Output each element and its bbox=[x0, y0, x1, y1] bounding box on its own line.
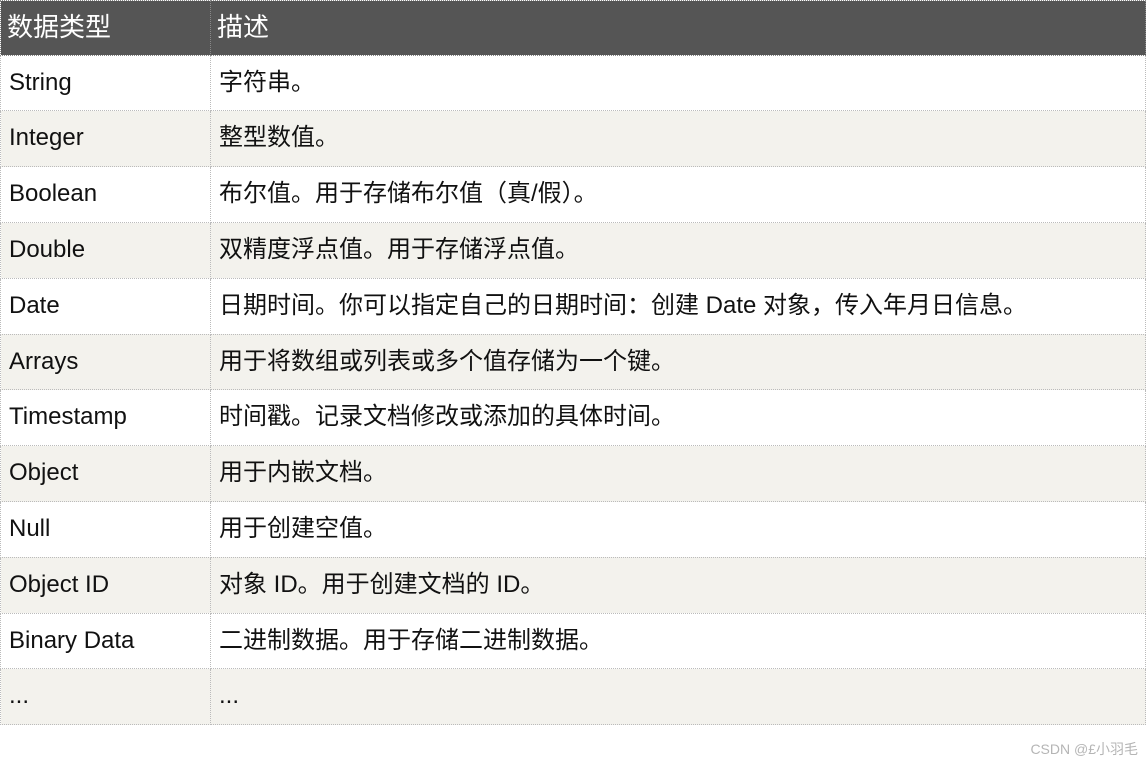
table-row: Integer 整型数值。 bbox=[1, 111, 1146, 167]
cell-desc: ... bbox=[211, 669, 1146, 725]
table-row: Object ID 对象 ID。用于创建文档的 ID。 bbox=[1, 557, 1146, 613]
cell-type: Object bbox=[1, 446, 211, 502]
header-data-type: 数据类型 bbox=[1, 1, 211, 56]
table-row: String 字符串。 bbox=[1, 55, 1146, 111]
cell-type: Null bbox=[1, 502, 211, 558]
data-types-table: 数据类型 描述 String 字符串。 Integer 整型数值。 Boolea… bbox=[0, 0, 1146, 725]
cell-type: Arrays bbox=[1, 334, 211, 390]
table-row: Double 双精度浮点值。用于存储浮点值。 bbox=[1, 223, 1146, 279]
cell-type: Date bbox=[1, 278, 211, 334]
table-row: Date 日期时间。你可以指定自己的日期时间：创建 Date 对象，传入年月日信… bbox=[1, 278, 1146, 334]
table-row: Null 用于创建空值。 bbox=[1, 502, 1146, 558]
cell-type: ... bbox=[1, 669, 211, 725]
table-row: Timestamp 时间戳。记录文档修改或添加的具体时间。 bbox=[1, 390, 1146, 446]
cell-type: Binary Data bbox=[1, 613, 211, 669]
cell-desc: 时间戳。记录文档修改或添加的具体时间。 bbox=[211, 390, 1146, 446]
cell-type: Boolean bbox=[1, 167, 211, 223]
table-row: ... ... bbox=[1, 669, 1146, 725]
header-description: 描述 bbox=[211, 1, 1146, 56]
cell-desc: 用于创建空值。 bbox=[211, 502, 1146, 558]
cell-desc: 双精度浮点值。用于存储浮点值。 bbox=[211, 223, 1146, 279]
cell-type: Timestamp bbox=[1, 390, 211, 446]
cell-desc: 布尔值。用于存储布尔值（真/假）。 bbox=[211, 167, 1146, 223]
cell-type: String bbox=[1, 55, 211, 111]
table-header-row: 数据类型 描述 bbox=[1, 1, 1146, 56]
table-row: Arrays 用于将数组或列表或多个值存储为一个键。 bbox=[1, 334, 1146, 390]
cell-type: Object ID bbox=[1, 557, 211, 613]
table-row: Boolean 布尔值。用于存储布尔值（真/假）。 bbox=[1, 167, 1146, 223]
cell-type: Double bbox=[1, 223, 211, 279]
cell-desc: 字符串。 bbox=[211, 55, 1146, 111]
cell-desc: 用于将数组或列表或多个值存储为一个键。 bbox=[211, 334, 1146, 390]
cell-desc: 用于内嵌文档。 bbox=[211, 446, 1146, 502]
table-row: Binary Data 二进制数据。用于存储二进制数据。 bbox=[1, 613, 1146, 669]
cell-desc: 二进制数据。用于存储二进制数据。 bbox=[211, 613, 1146, 669]
cell-desc: 对象 ID。用于创建文档的 ID。 bbox=[211, 557, 1146, 613]
cell-desc: 整型数值。 bbox=[211, 111, 1146, 167]
cell-type: Integer bbox=[1, 111, 211, 167]
watermark-text: CSDN @£小羽毛 bbox=[1030, 739, 1138, 759]
table-row: Object 用于内嵌文档。 bbox=[1, 446, 1146, 502]
cell-desc: 日期时间。你可以指定自己的日期时间：创建 Date 对象，传入年月日信息。 bbox=[211, 278, 1146, 334]
